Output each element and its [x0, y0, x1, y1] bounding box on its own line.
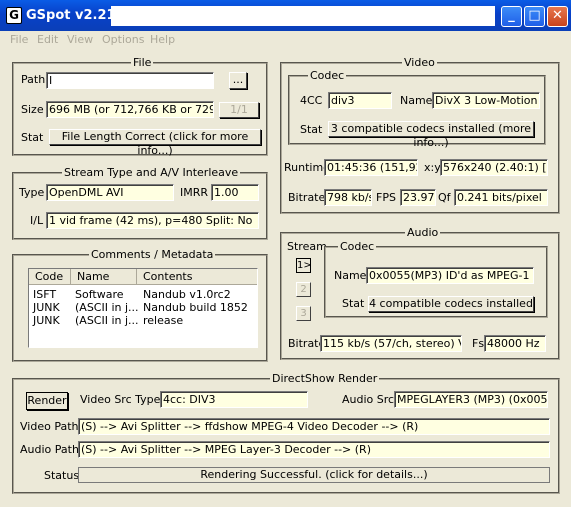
page-button[interactable]: 1/1: [219, 102, 259, 118]
video-codec-group: Codec 4CC div3 Name DivX 3 Low-Motion St…: [288, 69, 546, 149]
audio-stat-label: Stat: [342, 297, 365, 310]
menu-bar: File Edit View Options Help: [0, 31, 571, 49]
maximize-button[interactable]: □: [524, 6, 545, 27]
render-status-button[interactable]: Rendering Successful. (click for details…: [78, 467, 550, 483]
file-group-title: File: [131, 56, 154, 69]
video-group: Video Codec 4CC div3 Name DivX 3 Low-Mot…: [280, 56, 560, 214]
audio-stream-1-button[interactable]: 1>: [296, 258, 312, 273]
menu-edit[interactable]: Edit: [37, 33, 58, 46]
type-field: OpenDML AVI: [46, 184, 174, 201]
file-group: File Path I ... Size 696 MB (or 712,766 …: [12, 56, 268, 157]
stream-group: Stream Type and A/V Interleave Type Open…: [12, 166, 268, 240]
fourcc-field: div3: [328, 92, 392, 109]
imrr-label: IMRR: [180, 186, 209, 199]
audio-bitrate-field: 115 kb/s (57/ch, stereo) VB: [320, 335, 462, 352]
menu-options[interactable]: Options: [102, 33, 144, 46]
resolution-field: 576x240 (2.40:1) [=12: [440, 159, 548, 176]
video-bitrate-field: 798 kb/s: [324, 189, 372, 206]
cell-contents: release: [143, 314, 184, 327]
qf-field: 0.241 bits/pixel: [454, 189, 548, 206]
column-header-code[interactable]: Code: [29, 269, 71, 285]
size-field: 696 MB (or 712,766 KB or 729,87: [46, 101, 214, 118]
list-item[interactable]: JUNK (ASCII in j... Nandub build 1852: [29, 301, 257, 314]
runtime-field: 01:45:36 (151,923: [324, 159, 418, 176]
comments-group: Comments / Metadata Code Name Contents I…: [12, 248, 268, 362]
list-item[interactable]: ISFT Software Nandub v1.0rc2: [29, 288, 257, 301]
cell-name: (ASCII in j...: [75, 314, 139, 327]
qf-label: Qf: [438, 191, 451, 204]
video-src-type-label: Video Src Type: [80, 393, 161, 406]
window-title: GSpot v2.21:: [26, 8, 121, 23]
audio-group: Audio Stream 1> 2 3 Codec Name 0x0055(MP…: [280, 226, 560, 360]
video-src-type-field: 4cc: DIV3: [160, 391, 308, 408]
menu-help[interactable]: Help: [150, 33, 175, 46]
redacted-filename: [111, 6, 495, 26]
menu-view[interactable]: View: [67, 33, 93, 46]
menu-file[interactable]: File: [10, 33, 28, 46]
cell-contents: Nandub build 1852: [143, 301, 248, 314]
directshow-group-title: DirectShow Render: [270, 372, 380, 385]
il-label: I/L: [30, 214, 44, 227]
type-label: Type: [19, 186, 45, 199]
minimize-button[interactable]: _: [501, 6, 522, 27]
path-label: Path: [21, 73, 46, 86]
il-field: 1 vid frame (42 ms), p=480 Split: No: [46, 212, 259, 229]
fs-label: Fs: [472, 337, 485, 350]
stream-group-title: Stream Type and A/V Interleave: [62, 166, 241, 179]
audio-stream-2-button[interactable]: 2: [296, 282, 311, 297]
column-header-contents[interactable]: Contents: [137, 269, 257, 285]
codec-stat-label: Stat: [300, 123, 323, 136]
comments-group-title: Comments / Metadata: [89, 248, 216, 261]
imrr-field: 1.00: [211, 184, 259, 201]
audio-stream-3-button[interactable]: 3: [296, 306, 311, 321]
audio-src-label: Audio Src: [342, 393, 395, 406]
xy-label: x:y: [424, 161, 441, 174]
fps-label: FPS: [376, 191, 396, 204]
path-field[interactable]: I: [46, 72, 214, 89]
browse-button[interactable]: ...: [229, 72, 247, 89]
video-codecs-button[interactable]: 3 compatible codecs installed (more info…: [328, 121, 534, 149]
render-button[interactable]: Render: [26, 392, 68, 410]
video-path-field: (S) --> Avi Splitter --> ffdshow MPEG-4 …: [78, 418, 550, 435]
title-bar[interactable]: G GSpot v2.21: _ □ ✕: [0, 0, 571, 31]
fourcc-label: 4CC: [300, 94, 323, 107]
file-stat-button[interactable]: File Length Correct (click for more info…: [49, 129, 261, 157]
app-icon: G: [6, 7, 22, 24]
stream-label: Stream: [287, 240, 327, 253]
video-group-title: Video: [402, 56, 437, 69]
cell-name: Software: [75, 288, 124, 301]
audio-src-field: MPEGLAYER3 (MP3) (0x0055): [394, 391, 548, 408]
codec-name-label: Name: [400, 94, 433, 107]
audio-codec-group: Codec Name 0x0055(MP3) ID'd as MPEG-1 La…: [324, 240, 548, 318]
directshow-group: DirectShow Render Render Video Src Type …: [12, 372, 560, 494]
video-path-label: Video Path: [20, 420, 79, 433]
list-item[interactable]: JUNK (ASCII in j... release: [29, 314, 257, 327]
audio-name-field: 0x0055(MP3) ID'd as MPEG-1 Lay: [366, 267, 534, 284]
audio-path-label: Audio Path: [20, 443, 79, 456]
audio-codec-title: Codec: [338, 240, 377, 253]
audio-group-title: Audio: [405, 226, 441, 239]
fps-field: 23.97: [400, 189, 436, 206]
size-label: Size: [21, 103, 44, 116]
audio-codecs-button[interactable]: 4 compatible codecs installed: [368, 296, 534, 312]
metadata-list[interactable]: Code Name Contents ISFT Software Nandub …: [28, 268, 258, 348]
cell-code: ISFT: [33, 288, 57, 301]
video-codec-title: Codec: [308, 69, 347, 82]
cell-name: (ASCII in j...: [75, 301, 139, 314]
cell-code: JUNK: [33, 301, 60, 314]
fs-field: 48000 Hz: [484, 335, 546, 352]
render-status-label: Status: [44, 469, 80, 482]
video-bitrate-label: Bitrate: [288, 191, 326, 204]
codec-name-field: DivX 3 Low-Motion: [432, 92, 540, 109]
cell-contents: Nandub v1.0rc2: [143, 288, 231, 301]
column-header-name[interactable]: Name: [71, 269, 137, 285]
audio-path-field: (S) --> Avi Splitter --> MPEG Layer-3 De…: [78, 441, 550, 458]
stat-label: Stat: [21, 131, 44, 144]
close-button[interactable]: ✕: [547, 6, 568, 27]
audio-name-label: Name: [334, 269, 367, 282]
gspot-window: G GSpot v2.21: _ □ ✕ File Edit View Opti…: [0, 0, 571, 507]
cell-code: JUNK: [33, 314, 60, 327]
